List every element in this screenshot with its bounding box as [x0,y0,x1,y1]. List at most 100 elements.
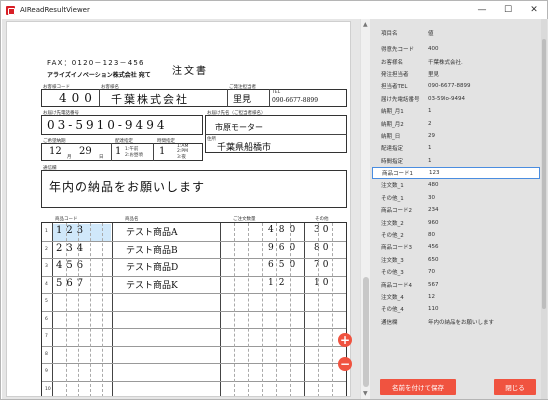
qty-value: 12 [268,277,290,288]
result-row[interactable]: 担当者TEL 090-6677-8899 [372,80,540,92]
result-value[interactable]: 110 [422,306,439,312]
result-key: その他_4 [381,307,404,314]
result-row[interactable]: 得意先コード 400 [372,43,540,55]
scroll-up-icon[interactable]: ▲ [363,21,368,28]
close-button[interactable]: 閉じる [494,379,536,395]
digit-guide [90,223,91,396]
close-window-button[interactable]: ✕ [521,1,547,19]
document-viewer[interactable]: FAX：0120－123－456 アライズイノベーション株式会社 宛て 注文書 … [2,19,360,399]
result-value[interactable]: 2 [422,121,432,127]
result-value[interactable]: 里見 [422,70,439,78]
result-row[interactable]: その他_3 70 [372,266,540,278]
result-row[interactable]: その他_4 110 [372,303,540,315]
result-key: お客様名 [381,59,404,66]
result-key: 得意先コード [381,47,415,54]
result-row[interactable]: 注文数_3 650 [372,254,540,266]
result-row[interactable]: 商品コード3 456 [372,241,540,253]
zoom-out-button[interactable]: − [338,357,352,371]
results-scrollbar[interactable] [541,19,547,399]
deadline-day: 29 [79,146,92,157]
table-row-line [42,380,346,382]
result-row[interactable]: 納期_月2 2 [372,117,540,129]
product-name-value: テスト商品D [126,263,179,273]
result-row[interactable]: 注文数_2 960 [372,216,540,228]
result-value[interactable]: 12 [422,294,435,300]
result-value[interactable]: 千葉株式会社. [422,58,463,66]
person-value: 里見 [233,95,252,105]
result-value[interactable]: 1 [422,158,432,164]
zoom-in-button[interactable]: + [338,333,352,347]
result-key: 配達指定 [381,146,404,153]
table-row-line [42,345,346,347]
scroll-down-icon[interactable]: ▼ [363,390,368,397]
product-name-value: テスト商品K [126,280,178,291]
result-row[interactable]: 納期_月1 1 [372,105,540,117]
result-row[interactable]: 通信欄 年内の納品をお願いします [372,316,540,328]
document-scrollbar[interactable]: ▲ ▼ [360,19,370,399]
row-number: 5 [45,299,48,304]
divider [111,143,112,161]
result-row[interactable]: 商品コード1 123 [372,166,540,180]
result-row[interactable]: 注文数_4 12 [372,291,540,303]
result-row[interactable]: その他_2 80 [372,229,540,241]
app-window: AIReadResultViewer — ☐ ✕ FAX：0120－123－45… [0,0,548,400]
result-row[interactable]: 納期_日 29 [372,130,540,142]
result-row[interactable]: 商品コード4 567 [372,278,540,290]
result-value[interactable]: 03-59lo-9494 [422,96,465,102]
result-value[interactable]: 80 [422,232,435,238]
result-key: 届け先電話番号 [381,96,420,103]
maximize-button[interactable]: ☐ [495,1,521,19]
scrollbar-thumb[interactable] [363,277,369,387]
result-row[interactable]: その他_1 30 [372,192,540,204]
results-list: 得意先コード 400 お客様名 千葉株式会社. 発注担当者 里見担当者TEL 090-667… [372,43,540,328]
result-key: 注文数_4 [381,295,404,301]
result-row[interactable]: 届け先電話番号 03-59lo-9494 [372,93,540,105]
result-value[interactable]: 123 [423,170,440,176]
result-key: 通信欄 [381,319,398,326]
label-month: 月 [67,155,72,160]
digit-guide [234,223,235,396]
minimize-button[interactable]: — [469,1,495,19]
result-value[interactable]: 70 [422,269,435,275]
result-value[interactable]: 29 [422,133,435,139]
result-key: 商品コード4 [381,282,412,289]
qty-value: 480 [268,225,301,235]
address-value: 千葉県船橋市 [217,143,272,153]
save-as-button[interactable]: 名前を付けて保存 [380,379,456,395]
result-value[interactable]: 090-6677-8899 [422,83,470,89]
result-value[interactable]: 650 [422,257,439,263]
result-value[interactable]: 1 [422,145,432,151]
result-row[interactable]: 注文数_1 480 [372,179,540,191]
result-row[interactable]: 時間指定 1 [372,155,540,167]
table-row-line [42,293,346,294]
result-row[interactable]: お客様名 千葉株式会社. [372,55,540,67]
fax-number: FAX：0120－123－456 [47,59,145,67]
result-value[interactable]: 960 [422,220,439,226]
result-row[interactable]: 配達指定 1 [372,142,540,154]
form-title: 注文書 [172,66,208,77]
result-key: その他_2 [381,233,404,240]
result-value[interactable]: 30 [422,195,435,201]
result-row[interactable]: 商品コード2 234 [372,204,540,216]
result-row[interactable]: 発注担当者 里見 [372,68,540,80]
note-value: 年内の納品をお願いします [49,180,206,194]
addressee: アライズイノベーション株式会社 宛て [47,72,151,79]
result-key: 担当者TEL [381,84,408,91]
result-value[interactable]: 1 [422,108,432,114]
window-controls: — ☐ ✕ [469,1,547,19]
other-value: 30 [314,225,332,235]
result-value[interactable]: 567 [422,282,439,288]
title-bar: AIReadResultViewer — ☐ ✕ [1,1,547,19]
label-tel: TEL [272,90,281,95]
result-value[interactable]: 年内の納品をお願いします [422,318,494,326]
table-row-line [42,240,346,242]
delivery-value: 1 [115,146,122,157]
result-value[interactable]: 480 [422,182,439,188]
product-name-value: テスト商品A [126,228,178,238]
result-key: 商品コード2 [381,208,412,215]
row-number: 3 [45,264,48,269]
result-value[interactable]: 234 [422,207,439,213]
results-scrollbar-thumb[interactable] [542,39,546,309]
result-value[interactable]: 400 [422,46,439,52]
result-value[interactable]: 456 [422,244,439,250]
